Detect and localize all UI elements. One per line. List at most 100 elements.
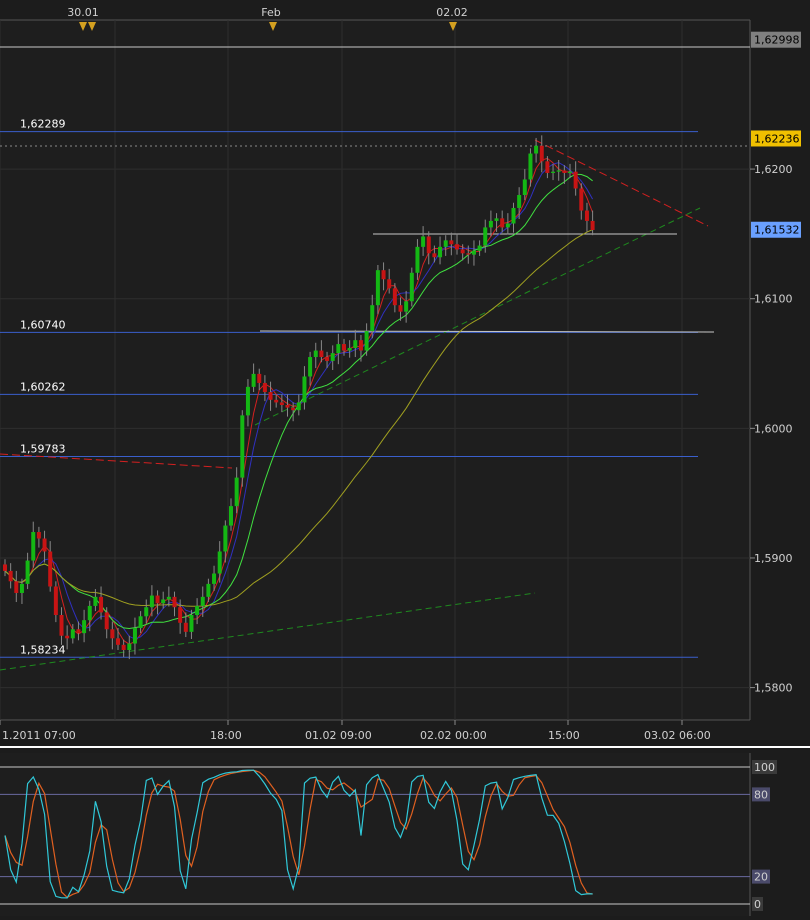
candle-body[interactable] <box>93 596 98 606</box>
candle-body[interactable] <box>313 350 318 358</box>
candle-body[interactable] <box>296 402 301 411</box>
candle-body[interactable] <box>584 210 589 221</box>
candle-body[interactable] <box>183 622 188 632</box>
candle-body[interactable] <box>409 272 414 302</box>
candle-body[interactable] <box>70 629 75 639</box>
candle-body[interactable] <box>206 583 211 597</box>
candle-body[interactable] <box>279 402 284 405</box>
candle-body[interactable] <box>579 188 584 211</box>
candle-body[interactable] <box>76 629 81 634</box>
candle-body[interactable] <box>121 644 126 650</box>
candle-body[interactable] <box>477 245 482 251</box>
candle-body[interactable] <box>381 270 386 280</box>
candle-body[interactable] <box>562 170 567 173</box>
candle-body[interactable] <box>466 253 471 255</box>
candle-body[interactable] <box>460 249 465 254</box>
candle-body[interactable] <box>178 607 183 623</box>
candle-body[interactable] <box>42 538 47 552</box>
candle-body[interactable] <box>257 373 262 383</box>
candle-body[interactable] <box>245 386 250 416</box>
candle-body[interactable] <box>155 595 160 604</box>
candle-body[interactable] <box>217 551 222 574</box>
candle-body[interactable] <box>172 596 177 608</box>
candle-body[interactable] <box>590 220 595 230</box>
candle-body[interactable] <box>387 279 392 289</box>
candle-body[interactable] <box>59 615 64 636</box>
candle-body[interactable] <box>455 244 459 250</box>
candle-body[interactable] <box>251 373 256 387</box>
candle-body[interactable] <box>517 195 522 208</box>
candle-body[interactable] <box>449 240 454 245</box>
candle-body[interactable] <box>223 525 228 552</box>
candle-body[interactable] <box>302 376 307 403</box>
candle-body[interactable] <box>353 340 358 348</box>
candle-body[interactable] <box>488 220 493 228</box>
candle-body[interactable] <box>483 227 488 246</box>
candle-body[interactable] <box>556 170 561 172</box>
candle-body[interactable] <box>370 305 375 332</box>
candle-body[interactable] <box>285 405 290 408</box>
candle-body[interactable] <box>189 615 194 632</box>
candle-body[interactable] <box>3 564 7 571</box>
candle-body[interactable] <box>505 223 510 228</box>
candle-body[interactable] <box>161 599 166 604</box>
candle-body[interactable] <box>8 570 13 582</box>
candle-body[interactable] <box>573 171 578 189</box>
candle-body[interactable] <box>426 236 431 254</box>
candle-body[interactable] <box>421 236 426 247</box>
candle-body[interactable] <box>494 218 499 221</box>
candle-body[interactable] <box>545 161 550 173</box>
candle-body[interactable] <box>330 353 335 361</box>
candle-body[interactable] <box>325 357 330 361</box>
candle-body[interactable] <box>568 171 572 173</box>
candle-body[interactable] <box>432 253 437 258</box>
candle-body[interactable] <box>511 207 516 224</box>
candle-body[interactable] <box>358 340 363 351</box>
candle-body[interactable] <box>234 477 239 507</box>
candle-body[interactable] <box>319 350 324 358</box>
candle-body[interactable] <box>104 612 109 630</box>
candle-body[interactable] <box>347 347 352 351</box>
candle-body[interactable] <box>195 605 200 615</box>
candle-body[interactable] <box>82 620 87 634</box>
candle-body[interactable] <box>336 344 341 354</box>
candle-body[interactable] <box>53 586 58 615</box>
candle-body[interactable] <box>438 246 443 258</box>
candle-body[interactable] <box>138 616 143 628</box>
candle-body[interactable] <box>240 415 245 478</box>
candle-body[interactable] <box>500 218 505 228</box>
candle-body[interactable] <box>116 638 120 645</box>
candle-body[interactable] <box>404 301 409 312</box>
candle-body[interactable] <box>149 595 154 608</box>
candle-body[interactable] <box>110 629 115 639</box>
candle-body[interactable] <box>342 344 346 351</box>
candle-body[interactable] <box>443 240 448 247</box>
candle-body[interactable] <box>471 250 476 255</box>
candle-body[interactable] <box>36 532 41 539</box>
candle-body[interactable] <box>522 179 527 195</box>
candle-body[interactable] <box>14 581 19 593</box>
candle-body[interactable] <box>65 635 70 639</box>
candle-body[interactable] <box>200 596 205 606</box>
candle-body[interactable] <box>19 583 24 593</box>
candle-body[interactable] <box>144 607 149 617</box>
candle-body[interactable] <box>166 596 171 600</box>
candle-body[interactable] <box>291 407 296 411</box>
candle-body[interactable] <box>262 382 267 393</box>
candle-body[interactable] <box>229 506 233 526</box>
candle-body[interactable] <box>392 288 397 306</box>
candle-body[interactable] <box>132 627 137 644</box>
candle-body[interactable] <box>268 392 273 400</box>
candle-body[interactable] <box>308 357 313 377</box>
candle-body[interactable] <box>375 270 380 306</box>
candle-body[interactable] <box>127 643 132 650</box>
candle-body[interactable] <box>398 305 403 312</box>
candle-body[interactable] <box>551 171 556 173</box>
candle-body[interactable] <box>87 605 92 621</box>
candle-body[interactable] <box>364 331 369 351</box>
main-plot-area[interactable] <box>0 20 750 720</box>
candle-body[interactable] <box>212 573 217 584</box>
candle-body[interactable] <box>274 399 279 403</box>
candle-body[interactable] <box>528 153 533 180</box>
candle-body[interactable] <box>415 246 420 273</box>
